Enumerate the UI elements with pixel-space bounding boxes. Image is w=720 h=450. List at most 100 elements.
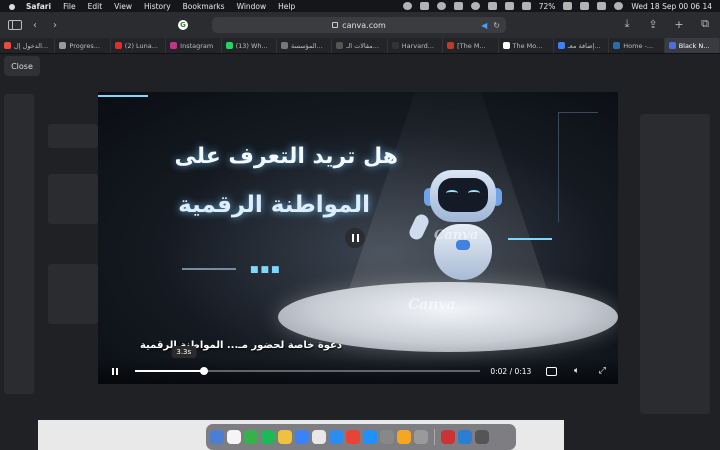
tab-overview-icon[interactable]: ⧉ bbox=[698, 17, 712, 31]
fullscreen-button[interactable]: ⤢ bbox=[596, 366, 608, 376]
browser-tab[interactable]: Progres... bbox=[55, 38, 111, 53]
lock-icon bbox=[332, 22, 339, 28]
dock-app-icon[interactable] bbox=[278, 430, 292, 444]
status-app-icon[interactable] bbox=[436, 2, 446, 10]
menu-file[interactable]: File bbox=[63, 2, 76, 11]
favicon-icon bbox=[114, 42, 122, 49]
dock-app-icon[interactable] bbox=[346, 430, 360, 444]
clock[interactable]: Wed 18 Sep 00 06 14 bbox=[631, 2, 712, 11]
browser-tab[interactable]: (2) Luna... bbox=[111, 38, 167, 53]
status-app-icon[interactable] bbox=[504, 2, 514, 10]
dock-app-icon[interactable] bbox=[312, 430, 326, 444]
center-pause-button[interactable] bbox=[345, 228, 365, 248]
new-tab-icon[interactable]: + bbox=[672, 17, 686, 31]
dock-app-icon[interactable] bbox=[210, 430, 224, 444]
tab-label: Progres... bbox=[69, 41, 100, 50]
download-icon[interactable]: ⤓ bbox=[620, 17, 634, 31]
wifi-icon[interactable] bbox=[521, 2, 531, 10]
dock-app-icon[interactable] bbox=[414, 430, 428, 444]
browser-tab[interactable]: Black N... bbox=[664, 38, 720, 53]
browser-tab[interactable]: [The M... bbox=[443, 38, 499, 53]
favicon-icon bbox=[613, 42, 621, 49]
forward-button[interactable]: › bbox=[48, 18, 62, 32]
dock-separator bbox=[434, 429, 435, 445]
menu-window[interactable]: Window bbox=[237, 2, 267, 11]
status-app-icon[interactable] bbox=[402, 2, 412, 10]
dock-app-icon[interactable] bbox=[397, 430, 411, 444]
browser-tab[interactable]: إضافة معـ... bbox=[554, 38, 610, 53]
favicon-icon bbox=[280, 42, 288, 49]
time-display: 0:02 / 0:13 bbox=[490, 366, 532, 376]
dock-app-icon[interactable] bbox=[380, 430, 394, 444]
menu-edit[interactable]: Edit bbox=[88, 2, 103, 11]
dock-app-icon[interactable] bbox=[441, 430, 455, 444]
browser-toolbar: ‹ › G canva.com ◀︎ ↻ ⤓ ⇪ + ⧉ bbox=[0, 12, 720, 38]
close-button[interactable]: Close bbox=[4, 56, 40, 76]
tab-label: المؤسسة... bbox=[290, 41, 323, 50]
address-bar[interactable]: canva.com ◀︎ ↻ bbox=[212, 17, 506, 33]
sidebar-toggle-button[interactable] bbox=[8, 18, 22, 32]
reload-icon[interactable]: ↻ bbox=[493, 21, 500, 30]
grammarly-icon[interactable]: G bbox=[178, 20, 188, 30]
tab-label: مقالات الـ... bbox=[346, 41, 379, 50]
favicon-icon bbox=[170, 42, 178, 49]
favicon-icon bbox=[336, 42, 344, 49]
menu-view[interactable]: View bbox=[114, 2, 132, 11]
captions-icon bbox=[545, 366, 557, 376]
canva-panel-item bbox=[48, 174, 98, 224]
favicon-icon bbox=[391, 42, 399, 49]
search-icon[interactable] bbox=[580, 2, 590, 10]
pause-button[interactable] bbox=[108, 364, 121, 378]
dock-app-icon[interactable] bbox=[244, 430, 258, 444]
dock-app-icon[interactable] bbox=[363, 430, 377, 444]
audio-icon[interactable]: ◀︎ bbox=[481, 21, 487, 30]
status-app-icon[interactable] bbox=[470, 2, 480, 10]
volume-button[interactable]: 🔈︎ bbox=[571, 366, 583, 376]
circuit-decoration bbox=[558, 112, 598, 222]
browser-tab[interactable]: Instagram bbox=[166, 38, 222, 53]
progress-bar[interactable]: 3.3s bbox=[135, 346, 481, 375]
menu-help[interactable]: Help bbox=[278, 2, 295, 11]
tab-label: Black N... bbox=[678, 41, 710, 50]
tab-label: [The M... bbox=[457, 41, 486, 50]
canva-panel-item bbox=[48, 264, 98, 324]
battery-icon[interactable] bbox=[563, 2, 573, 10]
decor-dots: ■■■ bbox=[250, 265, 282, 275]
dock-app-icon[interactable] bbox=[475, 430, 489, 444]
browser-tab[interactable]: The Mo... bbox=[499, 38, 554, 53]
dock-app-icon[interactable] bbox=[261, 430, 275, 444]
browser-tab[interactable]: مقالات الـ... bbox=[332, 38, 388, 53]
tab-label: Home -... bbox=[623, 41, 654, 50]
control-center-icon[interactable] bbox=[597, 2, 607, 10]
status-app-icon[interactable] bbox=[453, 2, 463, 10]
tab-label: (13) Wh... bbox=[235, 41, 268, 50]
status-app-icon[interactable] bbox=[487, 2, 497, 10]
canva-right-panel bbox=[640, 114, 710, 414]
dock-app-icon[interactable] bbox=[329, 430, 343, 444]
browser-tab[interactable]: المؤسسة... bbox=[277, 38, 333, 53]
share-icon[interactable]: ⇪ bbox=[646, 17, 660, 31]
dock-app-icon[interactable] bbox=[295, 430, 309, 444]
browser-tab[interactable]: Harvard... bbox=[388, 38, 444, 53]
dock bbox=[206, 424, 516, 450]
captions-button[interactable] bbox=[545, 366, 557, 376]
back-button[interactable]: ‹ bbox=[28, 18, 42, 32]
video-controls: 3.3s 0:02 / 0:13 🔈︎ ⤢ bbox=[98, 346, 618, 384]
menu-history[interactable]: History bbox=[144, 2, 171, 11]
robot-eye bbox=[468, 190, 480, 196]
apple-icon[interactable] bbox=[8, 2, 16, 10]
progress-knob[interactable] bbox=[200, 367, 209, 375]
browser-tab[interactable]: Home -... bbox=[609, 38, 665, 53]
battery-percent[interactable]: 72% bbox=[539, 2, 556, 11]
browser-tab[interactable]: الدخول إل... bbox=[0, 38, 56, 53]
menu-bookmarks[interactable]: Bookmarks bbox=[183, 2, 225, 11]
dock-app-icon[interactable] bbox=[458, 430, 472, 444]
siri-icon[interactable] bbox=[614, 2, 624, 10]
dock-app-icon[interactable] bbox=[227, 430, 241, 444]
video-subtitle: دعوة خاصة لحضور مـ... المواطنة الرقمية bbox=[139, 340, 342, 351]
menu-app-name[interactable]: Safari bbox=[26, 2, 51, 11]
browser-tab[interactable]: (13) Wh... bbox=[222, 38, 277, 53]
video-player[interactable]: هل تريد التعرف على المواطنة الرقمية ■■■ … bbox=[98, 92, 618, 384]
status-app-icon[interactable] bbox=[419, 2, 429, 10]
accent-line bbox=[98, 95, 148, 97]
